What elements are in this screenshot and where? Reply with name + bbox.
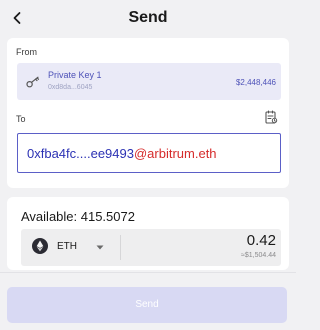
account-address: 0xd8da...6045 [48, 84, 93, 91]
header: Send [0, 0, 296, 38]
ethereum-icon [32, 238, 48, 254]
amount-input[interactable]: 0.42 [247, 232, 276, 249]
caret-down-icon [96, 245, 104, 250]
to-label: To [16, 114, 26, 124]
account-name: Private Key 1 [48, 70, 102, 80]
send-button[interactable]: Send [7, 287, 287, 323]
available-balance: Available: 415.5072 [21, 209, 135, 224]
from-label: From [16, 47, 37, 57]
address-book-icon[interactable] [264, 110, 278, 124]
key-icon [26, 76, 40, 88]
from-account-selector[interactable]: Private Key 1 0xd8da...6045 $2,448,446 [17, 63, 281, 100]
amount-row: ETH 0.42 ≈$1,504.44 [21, 229, 281, 266]
footer-divider [0, 272, 296, 273]
token-name: ETH [57, 241, 77, 252]
send-screen: Send From Private Key 1 0xd8da...6045 $2… [0, 0, 296, 330]
divider [120, 235, 121, 260]
page-title: Send [128, 9, 168, 26]
token-selector[interactable]: ETH [21, 229, 113, 266]
fiat-value: ≈$1,504.44 [241, 252, 276, 259]
recipient-domain: @arbitrum.eth [133, 145, 217, 161]
amount-card: Available: 415.5072 ETH 0.42 ≈$1,504.44 [7, 197, 289, 270]
account-balance: $2,448,446 [235, 78, 276, 87]
recipient-input[interactable]: 0xfba4fc....ee9493 @arbitrum.eth [17, 133, 281, 173]
recipient-card: From Private Key 1 0xd8da...6045 $2,448,… [7, 38, 289, 188]
recipient-address: 0xfba4fc....ee9493 [27, 145, 134, 161]
